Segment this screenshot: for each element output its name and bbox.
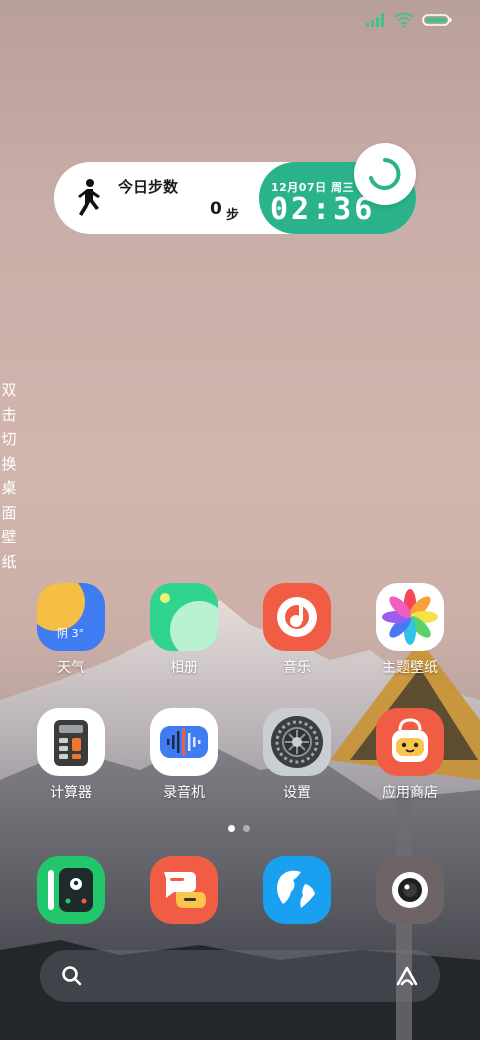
settings-icon [263, 708, 331, 776]
app-label-weather: 天气 [57, 660, 85, 676]
app-label-calculator: 计算器 [50, 785, 92, 801]
app-label-music: 音乐 [283, 660, 311, 676]
phone-icon [48, 868, 93, 912]
calculator-icon [37, 708, 105, 776]
page-dot [243, 825, 250, 832]
camera-icon [392, 872, 428, 908]
app-label-gallery: 相册 [170, 660, 198, 676]
app-settings[interactable]: 设置 [247, 708, 347, 802]
search-bar[interactable] [40, 950, 440, 1002]
app-weather[interactable]: 阴 3° 天气 [21, 583, 121, 677]
steps-title: 今日步数 [118, 178, 179, 196]
page-dot-active [228, 825, 235, 832]
step-progress-ring [354, 143, 416, 205]
messages-icon [164, 872, 206, 908]
time-label: 02:36 [270, 192, 376, 227]
weather-badge: 阴 3° [57, 627, 84, 640]
weather-icon: 阴 3° [37, 583, 105, 651]
browser-icon [277, 870, 315, 908]
app-label-app-store: 应用商店 [382, 785, 438, 801]
steps-count: 0 [210, 199, 222, 219]
recorder-icon [150, 708, 218, 776]
page-indicator [228, 825, 250, 832]
assistant-icon[interactable] [394, 964, 420, 988]
app-label-settings: 设置 [283, 785, 311, 801]
app-calculator[interactable]: 计算器 [21, 708, 121, 802]
app-music[interactable]: 音乐 [247, 583, 347, 677]
app-gallery[interactable]: 相册 [134, 583, 234, 677]
wallpaper-switch-hint: 双击切换桌面壁纸 [1, 381, 17, 571]
signal-icon [366, 13, 384, 27]
app-recorder[interactable]: 录音机 [134, 708, 234, 802]
status-bar [366, 10, 452, 30]
app-store-icon [376, 708, 444, 776]
running-person-icon [78, 179, 100, 216]
search-icon[interactable] [60, 964, 84, 988]
dock-phone[interactable] [37, 856, 105, 924]
app-store[interactable]: 应用商店 [360, 708, 460, 802]
music-icon [263, 583, 331, 651]
app-label-theme: 主题壁纸 [382, 660, 438, 676]
progress-ring-icon [369, 158, 401, 190]
app-theme[interactable]: 主题壁纸 [360, 583, 460, 677]
dock-camera[interactable] [376, 856, 444, 924]
battery-icon [422, 14, 452, 26]
app-label-recorder: 录音机 [163, 785, 205, 801]
gallery-icon [150, 583, 218, 651]
steps-unit: 步 [226, 208, 240, 223]
dock-messages[interactable] [150, 856, 218, 924]
theme-icon [376, 583, 444, 651]
dock-browser[interactable] [263, 856, 331, 924]
wifi-icon [394, 12, 414, 28]
